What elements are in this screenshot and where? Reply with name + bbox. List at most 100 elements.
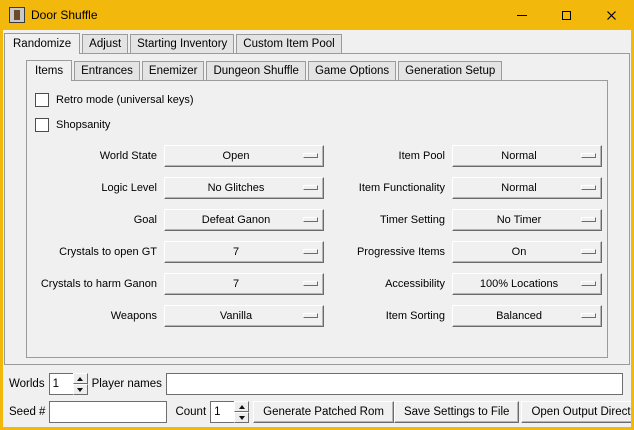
- item-functionality-value: Normal: [501, 182, 536, 194]
- worlds-spinner: 1: [49, 373, 88, 395]
- item-sorting-dropdown[interactable]: Balanced: [452, 305, 602, 327]
- menu-indicator-icon: [581, 281, 596, 286]
- arrow-down-icon: [77, 388, 83, 392]
- logic-level-dropdown[interactable]: No Glitches: [164, 177, 324, 199]
- crystals-harm-ganon-value: 7: [233, 278, 239, 290]
- randomize-panel: Items Entrances Enemizer Dungeon Shuffle…: [4, 53, 630, 365]
- titlebar[interactable]: Door Shuffle: [0, 0, 634, 30]
- menu-indicator-icon: [303, 217, 318, 222]
- menu-indicator-icon: [581, 153, 596, 158]
- tab-game-options[interactable]: Game Options: [308, 61, 396, 80]
- worlds-decrement-button[interactable]: [73, 384, 88, 395]
- menu-indicator-icon: [303, 313, 318, 318]
- count-spinner-arrows: [234, 401, 249, 423]
- shopsanity-label[interactable]: Shopsanity: [56, 119, 110, 131]
- window: Door Shuffle Randomize Adjust Starting I…: [0, 0, 634, 430]
- open-output-directory-button[interactable]: Open Output Directory: [521, 401, 631, 423]
- arrow-down-icon: [239, 416, 245, 420]
- menu-indicator-icon: [581, 313, 596, 318]
- player-names-input[interactable]: [166, 373, 623, 395]
- goal-dropdown[interactable]: Defeat Ganon: [164, 209, 324, 231]
- world-state-value: Open: [223, 150, 250, 162]
- progressive-items-label: Progressive Items: [331, 246, 445, 258]
- player-names-label: Player names: [92, 378, 162, 390]
- weapons-dropdown[interactable]: Vanilla: [164, 305, 324, 327]
- timer-setting-dropdown[interactable]: No Timer: [452, 209, 602, 231]
- shopsanity-checkbox[interactable]: [35, 118, 49, 132]
- goal-value: Defeat Ganon: [202, 214, 271, 226]
- count-label: Count: [175, 406, 206, 418]
- tab-enemizer[interactable]: Enemizer: [142, 61, 205, 80]
- crystals-harm-ganon-label: Crystals to harm Ganon: [33, 278, 157, 290]
- item-sorting-value: Balanced: [496, 310, 542, 322]
- minimize-icon: [517, 15, 527, 16]
- maximize-icon: [562, 11, 571, 20]
- options-grid: World State Open Item Pool Normal Logic …: [33, 145, 603, 327]
- worlds-label: Worlds: [9, 378, 45, 390]
- timer-setting-value: No Timer: [497, 214, 542, 226]
- close-icon: [606, 10, 617, 21]
- seed-row: Seed # Count 1 Generate Patched Rom Save…: [9, 401, 625, 423]
- seed-label: Seed #: [9, 406, 45, 418]
- close-button[interactable]: [589, 0, 634, 30]
- bottom-bar: Worlds 1 Player names Seed # Count: [9, 373, 625, 423]
- crystals-open-gt-label: Crystals to open GT: [33, 246, 157, 258]
- worlds-spinner-arrows: [73, 373, 88, 395]
- menu-indicator-icon: [581, 249, 596, 254]
- logic-level-label: Logic Level: [33, 182, 157, 194]
- shopsanity-row[interactable]: Shopsanity: [35, 116, 603, 133]
- world-state-label: World State: [33, 150, 157, 162]
- count-increment-button[interactable]: [234, 401, 249, 412]
- crystals-open-gt-value: 7: [233, 246, 239, 258]
- tab-items[interactable]: Items: [26, 60, 72, 81]
- accessibility-value: 100% Locations: [480, 278, 558, 290]
- tab-entrances[interactable]: Entrances: [74, 61, 140, 80]
- crystals-open-gt-dropdown[interactable]: 7: [164, 241, 324, 263]
- save-settings-button[interactable]: Save Settings to File: [394, 401, 519, 423]
- minimize-button[interactable]: [499, 0, 544, 30]
- world-state-dropdown[interactable]: Open: [164, 145, 324, 167]
- tab-randomize[interactable]: Randomize: [4, 33, 80, 54]
- count-spinner: 1: [210, 401, 249, 423]
- item-functionality-dropdown[interactable]: Normal: [452, 177, 602, 199]
- item-functionality-label: Item Functionality: [331, 182, 445, 194]
- count-decrement-button[interactable]: [234, 412, 249, 423]
- arrow-up-icon: [239, 405, 245, 409]
- count-value: 1: [214, 406, 220, 418]
- logic-level-value: No Glitches: [208, 182, 265, 194]
- accessibility-label: Accessibility: [331, 278, 445, 290]
- tab-custom-item-pool[interactable]: Custom Item Pool: [236, 34, 341, 53]
- worlds-row: Worlds 1 Player names: [9, 373, 625, 395]
- tab-starting-inventory[interactable]: Starting Inventory: [130, 34, 234, 53]
- item-pool-dropdown[interactable]: Normal: [452, 145, 602, 167]
- generate-patched-rom-button[interactable]: Generate Patched Rom: [253, 401, 394, 423]
- tab-dungeon-shuffle[interactable]: Dungeon Shuffle: [206, 61, 305, 80]
- timer-setting-label: Timer Setting: [331, 214, 445, 226]
- retro-mode-label[interactable]: Retro mode (universal keys): [56, 94, 194, 106]
- count-input[interactable]: 1: [210, 401, 234, 423]
- accessibility-dropdown[interactable]: 100% Locations: [452, 273, 602, 295]
- seed-input[interactable]: [49, 401, 167, 423]
- retro-mode-checkbox[interactable]: [35, 93, 49, 107]
- retro-mode-row[interactable]: Retro mode (universal keys): [35, 91, 603, 108]
- menu-indicator-icon: [303, 281, 318, 286]
- item-sorting-label: Item Sorting: [331, 310, 445, 322]
- worlds-increment-button[interactable]: [73, 373, 88, 384]
- weapons-value: Vanilla: [220, 310, 252, 322]
- progressive-items-dropdown[interactable]: On: [452, 241, 602, 263]
- menu-indicator-icon: [581, 185, 596, 190]
- maximize-button[interactable]: [544, 0, 589, 30]
- progressive-items-value: On: [512, 246, 527, 258]
- menu-indicator-icon: [581, 217, 596, 222]
- outer-tab-bar: Randomize Adjust Starting Inventory Cust…: [4, 33, 631, 53]
- app-icon[interactable]: [9, 7, 25, 23]
- worlds-input[interactable]: 1: [49, 373, 73, 395]
- item-pool-label: Item Pool: [331, 150, 445, 162]
- menu-indicator-icon: [303, 185, 318, 190]
- items-panel: Retro mode (universal keys) Shopsanity W…: [26, 80, 608, 358]
- tab-generation-setup[interactable]: Generation Setup: [398, 61, 502, 80]
- window-content: Randomize Adjust Starting Inventory Cust…: [3, 30, 631, 427]
- inner-tab-bar: Items Entrances Enemizer Dungeon Shuffle…: [26, 60, 629, 80]
- tab-adjust[interactable]: Adjust: [82, 34, 128, 53]
- crystals-harm-ganon-dropdown[interactable]: 7: [164, 273, 324, 295]
